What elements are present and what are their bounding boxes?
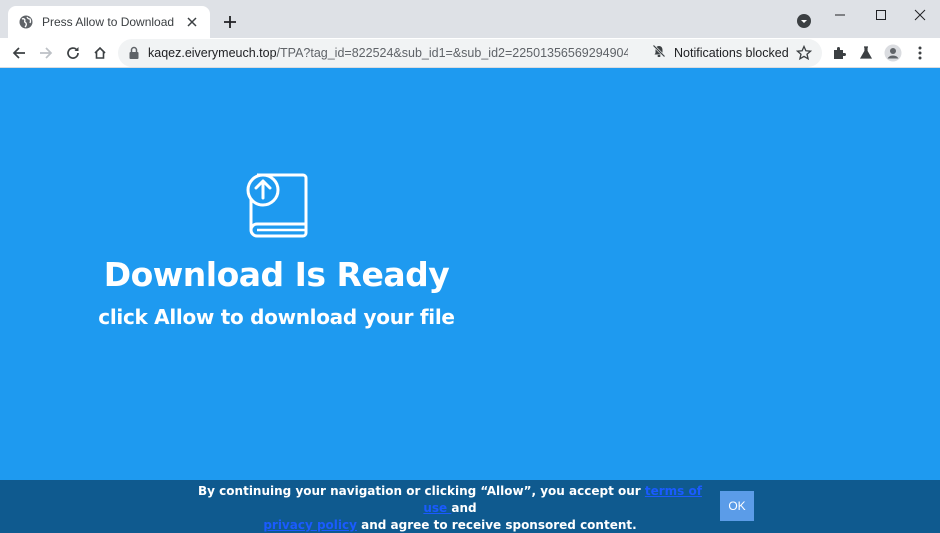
notifications-blocked-chip[interactable]: Notifications blocked — [652, 44, 789, 63]
menu-icon[interactable] — [909, 42, 931, 64]
back-icon[interactable] — [8, 42, 30, 64]
consent-text-before: By continuing your navigation or clickin… — [198, 484, 645, 498]
tab-title: Press Allow to Download — [42, 15, 175, 29]
page-title: Download Is Ready — [103, 255, 450, 294]
consent-text: By continuing your navigation or clickin… — [190, 483, 710, 533]
consent-text-after: and agree to receive sponsored content. — [356, 518, 637, 532]
privacy-policy-link[interactable]: privacy policy — [263, 518, 357, 532]
url-text[interactable]: kaqez.eiverymeuch.top/TPA?tag_id=822524&… — [148, 46, 628, 60]
ok-button[interactable]: OK — [720, 491, 754, 521]
tab-search-icon[interactable] — [796, 13, 812, 29]
home-icon[interactable] — [89, 42, 111, 64]
address-bar[interactable]: kaqez.eiverymeuch.top/TPA?tag_id=822524&… — [118, 39, 822, 67]
notifications-label: Notifications blocked — [674, 46, 789, 60]
globe-icon — [18, 14, 34, 30]
window-close-icon[interactable] — [900, 0, 940, 30]
minimize-icon[interactable] — [820, 0, 860, 30]
consent-text-and: and — [451, 501, 477, 515]
labs-icon[interactable] — [855, 42, 877, 64]
profile-icon[interactable] — [882, 42, 904, 64]
download-book-icon — [243, 171, 311, 243]
star-icon[interactable] — [795, 44, 813, 61]
page-subtitle: click Allow to download your file — [98, 305, 455, 329]
browser-toolbar: kaqez.eiverymeuch.top/TPA?tag_id=822524&… — [0, 38, 940, 68]
bell-off-icon — [652, 44, 666, 63]
browser-tab[interactable]: Press Allow to Download — [8, 6, 210, 38]
url-host: kaqez.eiverymeuch.top — [148, 46, 277, 60]
extensions-icon[interactable] — [828, 42, 850, 64]
plus-icon[interactable] — [220, 12, 240, 32]
forward-icon[interactable] — [35, 42, 57, 64]
url-path: /TPA?tag_id=822524&sub_id1=&sub_id2=2250… — [276, 46, 628, 60]
tab-strip: Press Allow to Download — [0, 0, 940, 38]
consent-bar: By continuing your navigation or clickin… — [0, 480, 940, 533]
reload-icon[interactable] — [62, 42, 84, 64]
maximize-icon[interactable] — [861, 0, 901, 30]
lock-icon[interactable] — [128, 46, 140, 60]
close-icon[interactable] — [184, 14, 200, 30]
